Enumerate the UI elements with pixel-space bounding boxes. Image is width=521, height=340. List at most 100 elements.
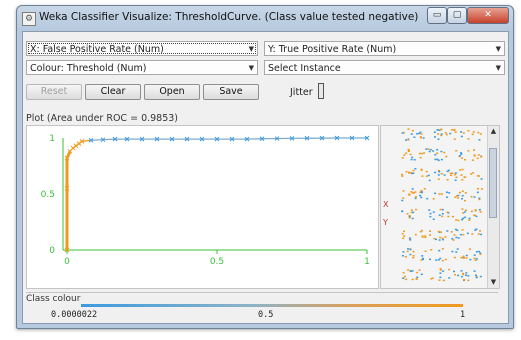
thumbnail-point — [413, 159, 416, 161]
attribute-thumbnail[interactable] — [401, 128, 485, 142]
minimize-button[interactable]: ▭ — [427, 7, 447, 24]
thumbnail-point — [418, 152, 421, 155]
thumbnail-point — [411, 217, 414, 220]
attribute-panel-scrollbar[interactable]: ▲ ▼ — [487, 126, 499, 288]
thumbnail-point — [475, 251, 478, 253]
thumbnail-point — [479, 253, 482, 255]
window-content: X: False Positive Rate (Num) ▼ Y: True P… — [22, 31, 509, 324]
thumbnail-point — [441, 215, 444, 218]
thumbnail-point — [460, 152, 463, 154]
thumbnail-point — [459, 191, 461, 194]
close-button[interactable]: ✕ — [467, 7, 509, 24]
thumbnail-point — [474, 210, 477, 212]
thumbnail-point — [439, 269, 442, 271]
thumbnail-point — [464, 159, 466, 161]
thumbnail-point — [474, 229, 477, 231]
thumbnail-point — [473, 214, 476, 217]
attribute-thumbnail[interactable] — [401, 208, 485, 222]
attribute-thumbnail[interactable] — [401, 268, 485, 282]
x-axis-select[interactable]: X: False Positive Rate (Num) ▼ — [26, 41, 258, 56]
thumbnail-scatter — [401, 208, 482, 222]
thumbnail-point — [446, 170, 449, 173]
thumbnail-point — [467, 138, 470, 140]
thumbnail-point — [462, 255, 465, 258]
thumbnail-point — [422, 137, 425, 139]
thumbnail-point — [411, 156, 414, 159]
thumbnail-point — [459, 233, 462, 236]
thumbnail-point — [462, 273, 465, 276]
thumbnail-point — [425, 148, 428, 150]
thumbnail-point — [439, 208, 442, 211]
plot-area[interactable]: 0 0.5 1 0 0.5 1 — [26, 125, 379, 289]
thumbnail-point — [468, 217, 471, 220]
thumbnail-point — [415, 196, 417, 198]
thumbnail-point — [438, 214, 441, 216]
thumbnail-point — [465, 257, 468, 259]
scrollbar-thumb[interactable] — [489, 148, 497, 218]
thumbnail-point — [408, 193, 411, 196]
x-tick-label: 0.5 — [210, 257, 224, 267]
clear-button[interactable]: Clear — [85, 84, 141, 100]
y-axis-select[interactable]: Y: True Positive Rate (Num) ▼ — [264, 41, 505, 56]
thumbnail-point — [471, 159, 474, 161]
thumbnail-point — [455, 251, 458, 253]
thumbnail-point — [475, 274, 477, 276]
thumbnail-point — [442, 270, 445, 272]
title-bar[interactable]: ⚙ Weka Classifier Visualize: ThresholdCu… — [17, 6, 513, 30]
thumbnail-point — [407, 139, 410, 141]
scroll-down-icon[interactable]: ▼ — [488, 277, 499, 288]
select-instance-select[interactable]: Select Instance ▼ — [264, 60, 505, 75]
attribute-thumbnail[interactable] — [401, 148, 485, 162]
thumbnail-point — [480, 155, 483, 158]
save-button[interactable]: Save — [203, 84, 259, 100]
thumbnail-point — [469, 248, 471, 250]
thumbnail-point — [430, 278, 433, 280]
open-button[interactable]: Open — [144, 84, 200, 100]
thumbnail-point — [453, 173, 456, 176]
jitter-label: Jitter — [290, 87, 313, 98]
attribute-thumbnail[interactable] — [401, 168, 485, 182]
attribute-thumbnail[interactable] — [401, 188, 485, 202]
thumbnail-point — [450, 174, 453, 176]
thumbnail-point — [409, 253, 412, 256]
thumbnail-point — [480, 188, 483, 190]
thumbnail-point — [472, 131, 475, 133]
thumbnail-point — [424, 235, 427, 237]
x-tick-label: 1 — [364, 257, 370, 267]
thumbnail-point — [415, 208, 418, 211]
roc-segment — [90, 139, 104, 141]
attribute-thumbnail[interactable] — [401, 228, 485, 242]
thumbnail-point — [418, 269, 421, 271]
thumbnail-point — [455, 219, 458, 221]
reset-button[interactable]: Reset — [26, 84, 82, 100]
scroll-up-icon[interactable]: ▲ — [488, 126, 499, 137]
thumbnail-point — [450, 231, 453, 233]
x-tick-label: 0 — [64, 257, 70, 267]
thumbnail-point — [440, 173, 443, 175]
thumbnail-point — [467, 150, 470, 152]
thumbnail-scatter — [401, 188, 483, 202]
thumbnail-point — [416, 271, 419, 274]
thumbnail-point — [410, 171, 412, 174]
attribute-thumbnails[interactable] — [401, 128, 485, 286]
thumbnail-point — [440, 134, 443, 137]
thumbnail-point — [452, 215, 454, 218]
thumbnail-point — [463, 279, 466, 281]
thumbnail-point — [425, 170, 428, 173]
attribute-thumbnail[interactable] — [401, 248, 485, 262]
thumbnail-point — [442, 238, 445, 241]
thumbnail-point — [401, 255, 404, 257]
thumbnail-point — [414, 191, 417, 193]
thumbnail-point — [460, 131, 462, 133]
thumbnail-point — [429, 234, 431, 236]
maximize-button[interactable]: ▢ — [447, 7, 467, 24]
thumbnail-point — [451, 172, 454, 174]
colour-select[interactable]: Colour: Threshold (Num) ▼ — [26, 60, 258, 75]
thumbnail-point — [460, 174, 463, 176]
thumbnail-point — [438, 249, 441, 252]
thumbnail-point — [426, 197, 429, 200]
thumbnail-point — [436, 152, 439, 154]
thumbnail-point — [428, 209, 431, 211]
thumbnail-point — [461, 218, 464, 221]
jitter-slider[interactable] — [318, 83, 324, 99]
